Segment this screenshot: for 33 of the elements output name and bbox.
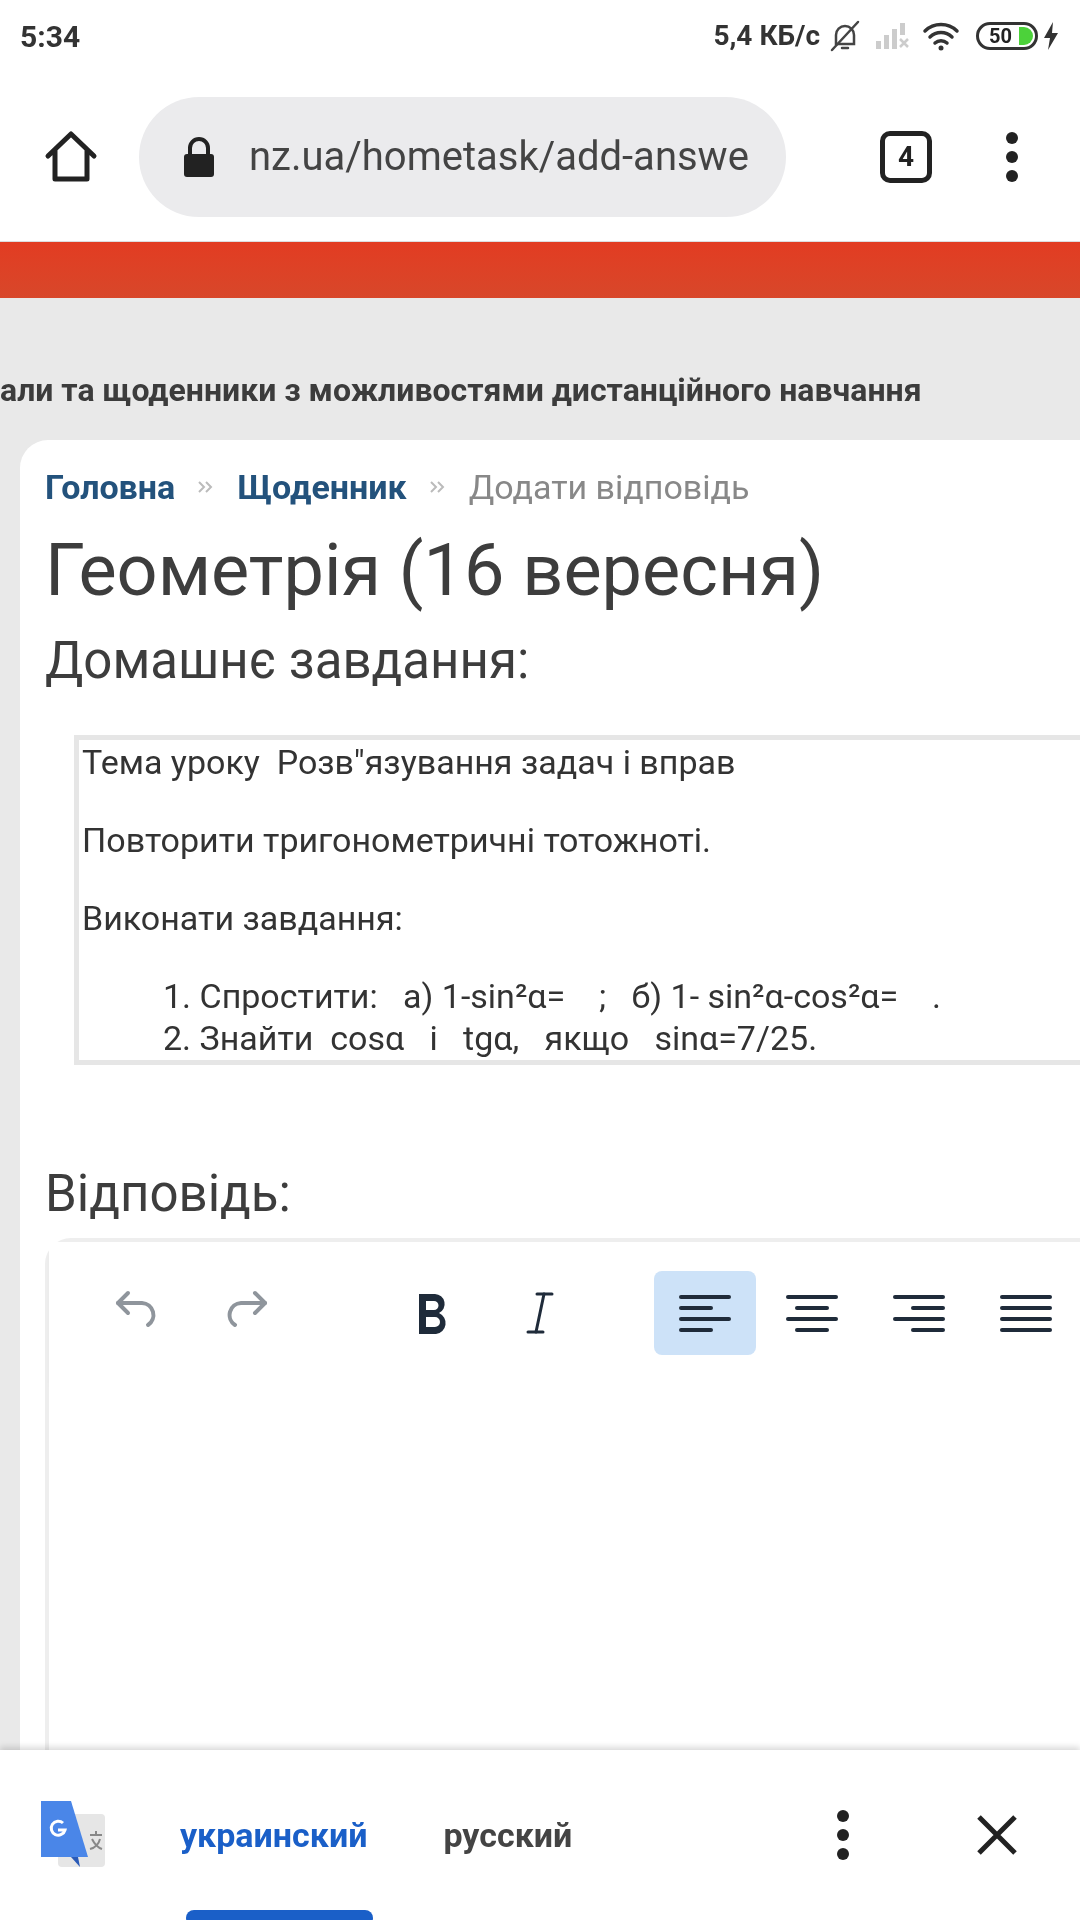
charging-bolt-icon xyxy=(1042,21,1060,51)
answer-heading: Відповідь: xyxy=(45,1163,292,1225)
toolbar-button[interactable] xyxy=(654,1271,756,1356)
translate-icon[interactable] xyxy=(38,1801,106,1869)
lock-icon xyxy=(182,134,216,179)
task-list-item: 1. Спростити: а) 1-sin²α= ; б) 1- sin²α-cos²α= . xyxy=(162,976,942,1017)
section-heading: Домашнє завдання: xyxy=(45,630,531,692)
task-text: Повторити тригонометричні тотожноті. xyxy=(82,820,713,861)
menu-icon[interactable] xyxy=(1004,130,1020,183)
address-bar[interactable]: nz.ua/hometask/add-answe xyxy=(139,96,786,217)
breadcrumb-link[interactable]: Головна xyxy=(45,461,176,513)
task-text: Тема уроку Розв"язування задач і вправ xyxy=(82,742,737,783)
battery-fill xyxy=(1019,27,1033,45)
url-text: nz.ua/hometask/add-answe xyxy=(249,131,749,182)
task-list-item: 2. Знайти cosα і tgα, якщо sinα=7/25. xyxy=(162,1018,819,1059)
breadcrumb-link[interactable]: Щоденник xyxy=(237,461,407,513)
tab-count-button[interactable]: 4 xyxy=(880,130,932,183)
close-icon[interactable] xyxy=(976,1814,1018,1856)
status-time: 5:34 xyxy=(20,17,81,56)
network-speed: 5,4 КБ/с xyxy=(713,18,820,54)
language-tab[interactable]: украинский xyxy=(180,1809,368,1861)
page-title: Геометрія (16 вересня) xyxy=(45,527,825,615)
battery-level: 50 xyxy=(989,26,1012,46)
task-text: Виконати завдання: xyxy=(82,898,404,939)
language-tab[interactable]: русский xyxy=(443,1809,573,1861)
home-icon[interactable] xyxy=(43,128,99,185)
signal-icon xyxy=(874,21,910,51)
site-tagline: али та щоденники з можливостями дистанційного навчання xyxy=(0,370,922,411)
breadcrumb-current: Додати відповідь xyxy=(468,465,750,509)
muted-bell-icon xyxy=(828,19,862,53)
more-icon[interactable] xyxy=(835,1809,851,1861)
wifi-icon xyxy=(922,21,960,51)
italic-icon xyxy=(525,1291,555,1336)
